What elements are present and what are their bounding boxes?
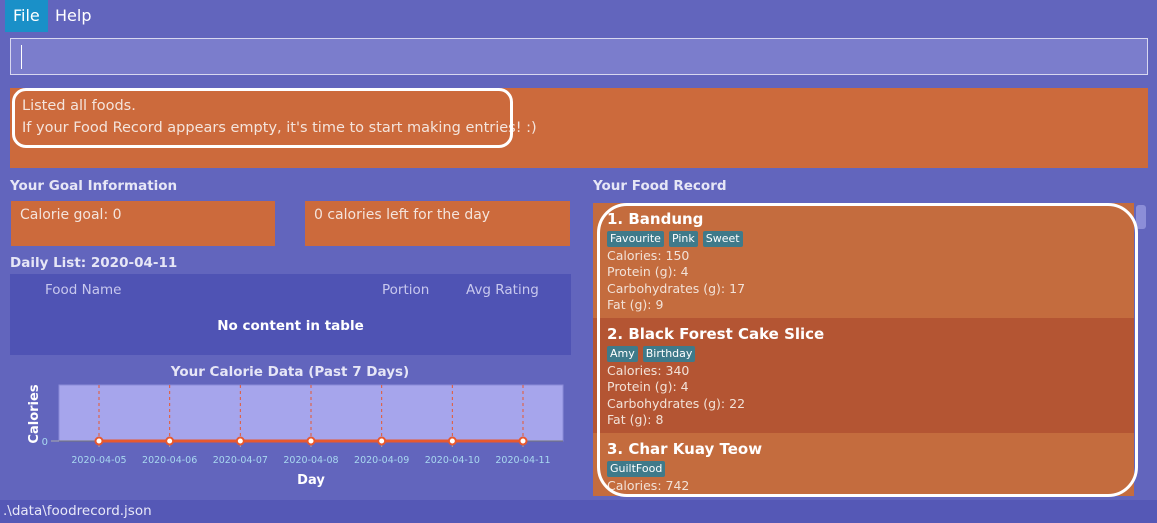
food-card[interactable]: 3. Char Kuay Teow GuiltFood Calories: 742 — [593, 433, 1134, 496]
food-detail: Protein (g): 4 — [607, 379, 689, 395]
column-portion[interactable]: Portion — [382, 282, 429, 298]
menu-file[interactable]: File — [5, 0, 48, 32]
tag: Amy — [607, 346, 638, 362]
food-title: 3. Char Kuay Teow — [607, 440, 763, 458]
food-detail: Calories: 340 — [607, 363, 690, 378]
scrollbar-thumb[interactable] — [1136, 205, 1146, 229]
x-axis-label: Day — [297, 473, 325, 488]
tag: Favourite — [607, 231, 664, 247]
tag: Birthday — [642, 346, 696, 362]
y-tick-label: 0 — [42, 437, 48, 448]
result-display: Listed all foods. If your Food Record ap… — [10, 88, 1148, 168]
data-point — [94, 436, 104, 446]
calorie-goal: Calorie goal: 0 — [11, 201, 275, 246]
tag-list: GuiltFood — [607, 459, 1120, 478]
food-title: 1. Bandung — [607, 210, 704, 228]
tag: Pink — [668, 231, 698, 247]
result-line: Listed all foods. — [22, 98, 136, 114]
x-tick-label: 2020-04-05 — [71, 455, 126, 466]
x-tick-label: 2020-04-06 — [142, 455, 197, 466]
food-detail: Carbohydrates (g): 17 — [607, 280, 746, 296]
result-line: If your Food Record appears empty, it's … — [22, 120, 537, 136]
food-card[interactable]: 1. Bandung Favourite Pink Sweet Calories: 15… — [593, 203, 1134, 318]
tag-list: Favourite Pink Sweet — [607, 229, 1120, 248]
status-bar-path: .\data\foodrecord.json — [0, 500, 1157, 523]
data-point — [377, 436, 387, 446]
menu-bar: File Help — [0, 0, 1157, 32]
food-detail: Protein (g): 4 — [607, 264, 689, 280]
food-card[interactable]: 2. Black Forest Cake Slice Amy Birthday Cal… — [593, 318, 1134, 433]
food-title: 2. Black Forest Cake Slice — [607, 325, 825, 343]
record-header: Your Food Record — [593, 178, 727, 194]
food-detail: Fat (g): 8 — [607, 411, 664, 427]
daily-list-header: Daily List: 2020-04-11 — [10, 255, 178, 271]
data-point — [306, 436, 316, 446]
goal-header: Your Goal Information — [10, 178, 178, 194]
text-caret — [21, 45, 22, 69]
data-point — [447, 436, 457, 446]
daily-table: Food Name Portion Avg Rating No content … — [10, 274, 571, 355]
x-tick-label: 2020-04-10 — [425, 455, 480, 466]
y-axis-label: Calories — [27, 384, 42, 443]
x-tick-label: 2020-04-11 — [495, 455, 550, 466]
food-detail: Fat (g): 9 — [607, 296, 664, 312]
food-detail: Calories: 150 — [607, 248, 690, 263]
x-tick-label: 2020-04-08 — [283, 455, 338, 466]
data-point — [518, 436, 528, 446]
x-tick-label: 2020-04-07 — [213, 455, 268, 466]
column-food-name[interactable]: Food Name — [45, 282, 122, 298]
tag: Sweet — [702, 231, 743, 247]
tag: GuiltFood — [607, 461, 666, 477]
command-input[interactable] — [10, 38, 1148, 75]
x-tick-label: 2020-04-09 — [354, 455, 409, 466]
data-point — [235, 436, 245, 446]
data-point — [165, 436, 175, 446]
tag-list: Amy Birthday — [607, 344, 1120, 363]
scrollbar[interactable] — [1134, 203, 1148, 496]
calorie-chart: Your Calorie Data (Past 7 Days) Calories… — [27, 364, 564, 488]
chart-title: Your Calorie Data (Past 7 Days) — [170, 364, 409, 380]
food-record-list[interactable]: 1. Bandung Favourite Pink Sweet Calories: 15… — [593, 203, 1134, 496]
menu-help[interactable]: Help — [47, 0, 99, 32]
food-detail: Calories: 742 — [607, 478, 690, 493]
column-avg-rating[interactable]: Avg Rating — [466, 282, 539, 298]
empty-table-text: No content in table — [217, 318, 364, 334]
calories-left: 0 calories left for the day — [305, 201, 570, 246]
food-detail: Carbohydrates (g): 22 — [607, 395, 746, 411]
